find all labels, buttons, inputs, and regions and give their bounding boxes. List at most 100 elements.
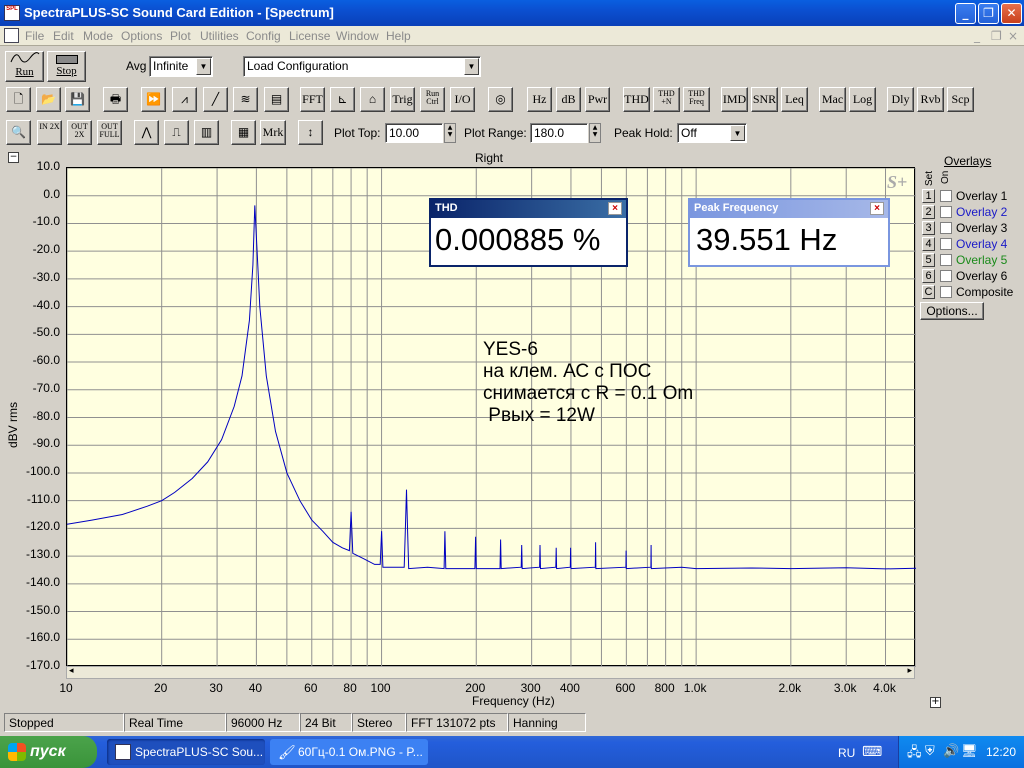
horizontal-scrollbar[interactable]: ◂ ▸	[66, 666, 915, 679]
overlay-checkbox[interactable]	[940, 254, 952, 266]
pwr-button[interactable]: Pwr	[585, 87, 610, 112]
plot-top-input[interactable]: 10.00	[385, 123, 443, 143]
imd-button[interactable]: IMD	[721, 87, 748, 112]
network-status-icon[interactable]: 🖥	[961, 743, 978, 759]
thd-window[interactable]: THD × 0.000885 %	[429, 198, 628, 267]
menu-window[interactable]: Window	[336, 29, 379, 43]
menu-config[interactable]: Config	[246, 29, 281, 43]
overlay-checkbox[interactable]	[940, 286, 952, 298]
generator-icon[interactable]: ◎	[488, 87, 513, 112]
grid-table-icon[interactable]: ▦	[231, 120, 256, 145]
menu-help[interactable]: Help	[386, 29, 411, 43]
overlay-set-button[interactable]: 1	[922, 189, 935, 203]
waterfall-icon[interactable]: ≋	[233, 87, 258, 112]
menu-options[interactable]: Options	[121, 29, 162, 43]
menu-plot[interactable]: Plot	[170, 29, 191, 43]
peak-hold-select[interactable]: Off ▼	[677, 123, 747, 143]
zoom-in-button[interactable]: IN 2X	[37, 120, 62, 145]
autoscale-icon[interactable]: ↕	[298, 120, 323, 145]
options-button[interactable]: Options...	[920, 302, 984, 320]
volume-icon[interactable]: 🔊	[943, 743, 959, 759]
overlay-checkbox[interactable]	[940, 206, 952, 218]
ramp-icon[interactable]: ╱	[203, 87, 228, 112]
chevron-down-icon[interactable]: ▼	[196, 58, 211, 75]
scale-icon[interactable]: ⊾	[330, 87, 355, 112]
overlay-set-button[interactable]: 6	[922, 269, 935, 283]
snr-button[interactable]: SNR	[751, 87, 778, 112]
avg-select[interactable]: Infinite ▼	[149, 56, 213, 77]
marker-button[interactable]: Mrk	[260, 120, 286, 145]
expand-icon[interactable]: +	[930, 697, 941, 708]
language-indicator[interactable]: RU	[838, 746, 855, 760]
menu-mode[interactable]: Mode	[83, 29, 113, 43]
menu-edit[interactable]: Edit	[53, 29, 74, 43]
task-paint[interactable]: 🖌 60Гц-0.1 Ом.PNG - P...	[270, 739, 428, 765]
chevron-down-icon[interactable]: ▼	[464, 58, 479, 75]
run-ctrl-button[interactable]: Run Ctrl	[420, 87, 445, 112]
overlay-set-button[interactable]: C	[922, 285, 935, 299]
fft-button[interactable]: FFT	[300, 87, 325, 112]
fast-forward-icon[interactable]: ⏩	[141, 87, 166, 112]
overlay-checkbox[interactable]	[940, 222, 952, 234]
thd-freq-button[interactable]: THD Freq	[683, 87, 710, 112]
keyboard-icon[interactable]: ⌨	[862, 744, 882, 760]
close-icon[interactable]: ×	[608, 202, 622, 215]
bar-plot-icon[interactable]: ▥	[194, 120, 219, 145]
new-file-icon[interactable]: 🗋	[6, 87, 31, 112]
scp-button[interactable]: Scp	[947, 87, 974, 112]
shield-icon[interactable]: ⛨	[925, 743, 935, 759]
mdi-restore-button[interactable]: ❐	[991, 29, 1002, 43]
start-button[interactable]: пуск	[0, 736, 97, 768]
io-button[interactable]: I/O	[450, 87, 475, 112]
restore-button[interactable]: ❐	[978, 3, 999, 24]
rvb-button[interactable]: Rvb	[917, 87, 944, 112]
overlay-checkbox[interactable]	[940, 270, 952, 282]
peak-icon[interactable]: ⌂	[360, 87, 385, 112]
mdi-close-button[interactable]: ×	[1008, 29, 1018, 43]
scroll-left-icon[interactable]: ◂	[69, 666, 74, 676]
zoom-icon[interactable]: 🔍	[6, 120, 31, 145]
run-button[interactable]: Run	[5, 51, 44, 82]
leq-button[interactable]: Leq	[781, 87, 808, 112]
overlay-set-button[interactable]: 3	[922, 221, 935, 235]
menu-utilities[interactable]: Utilities	[200, 29, 239, 43]
scroll-right-icon[interactable]: ▸	[907, 666, 912, 676]
thd-n-button[interactable]: THD +N	[653, 87, 680, 112]
zoom-full-button[interactable]: OUT FULL	[97, 120, 122, 145]
open-folder-icon[interactable]: 📂	[36, 87, 61, 112]
menu-file[interactable]: File	[25, 29, 44, 43]
chevron-down-icon[interactable]: ▼	[730, 125, 745, 141]
line-plot-icon[interactable]: ⋀	[134, 120, 159, 145]
minimize-button[interactable]: _	[955, 3, 976, 24]
overlay-checkbox[interactable]	[940, 238, 952, 250]
spectrum-icon[interactable]: ⩘	[172, 87, 197, 112]
dly-button[interactable]: Dly	[887, 87, 914, 112]
close-icon[interactable]: ×	[870, 202, 884, 215]
trig-button[interactable]: Trig	[390, 87, 415, 112]
peak-frequency-window[interactable]: Peak Frequency × 39.551 Hz	[688, 198, 890, 267]
plot-range-input[interactable]: 180.0	[530, 123, 588, 143]
print-icon[interactable]: 🖶	[103, 87, 128, 112]
plot-top-spinner[interactable]: ▲ ▼	[444, 123, 456, 143]
task-spectraplus[interactable]: SpectraPLUS-SC Sou...	[107, 739, 265, 765]
save-icon[interactable]: 💾	[65, 87, 90, 112]
overlay-checkbox[interactable]	[940, 190, 952, 202]
hz-button[interactable]: Hz	[527, 87, 552, 112]
title-bar[interactable]: SPL SpectraPLUS-SC Sound Card Edition - …	[0, 0, 1024, 26]
mac-button[interactable]: Mac	[819, 87, 846, 112]
step-plot-icon[interactable]: ⎍	[164, 120, 189, 145]
zoom-out-button[interactable]: OUT 2X	[67, 120, 92, 145]
log-button[interactable]: Log	[849, 87, 876, 112]
overlay-set-button[interactable]: 4	[922, 237, 935, 251]
close-button[interactable]: ✕	[1001, 3, 1022, 24]
spectrogram-icon[interactable]: ▤	[264, 87, 289, 112]
menu-license[interactable]: License	[289, 29, 330, 43]
document-icon[interactable]	[4, 28, 19, 43]
db-button[interactable]: dB	[556, 87, 581, 112]
plot-range-spinner[interactable]: ▲ ▼	[589, 123, 601, 143]
overlay-set-button[interactable]: 5	[922, 253, 935, 267]
network-icon[interactable]: 🖧	[907, 743, 922, 765]
overlay-set-button[interactable]: 2	[922, 205, 935, 219]
thd-button[interactable]: THD	[623, 87, 650, 112]
stop-button[interactable]: Stop	[47, 51, 86, 82]
